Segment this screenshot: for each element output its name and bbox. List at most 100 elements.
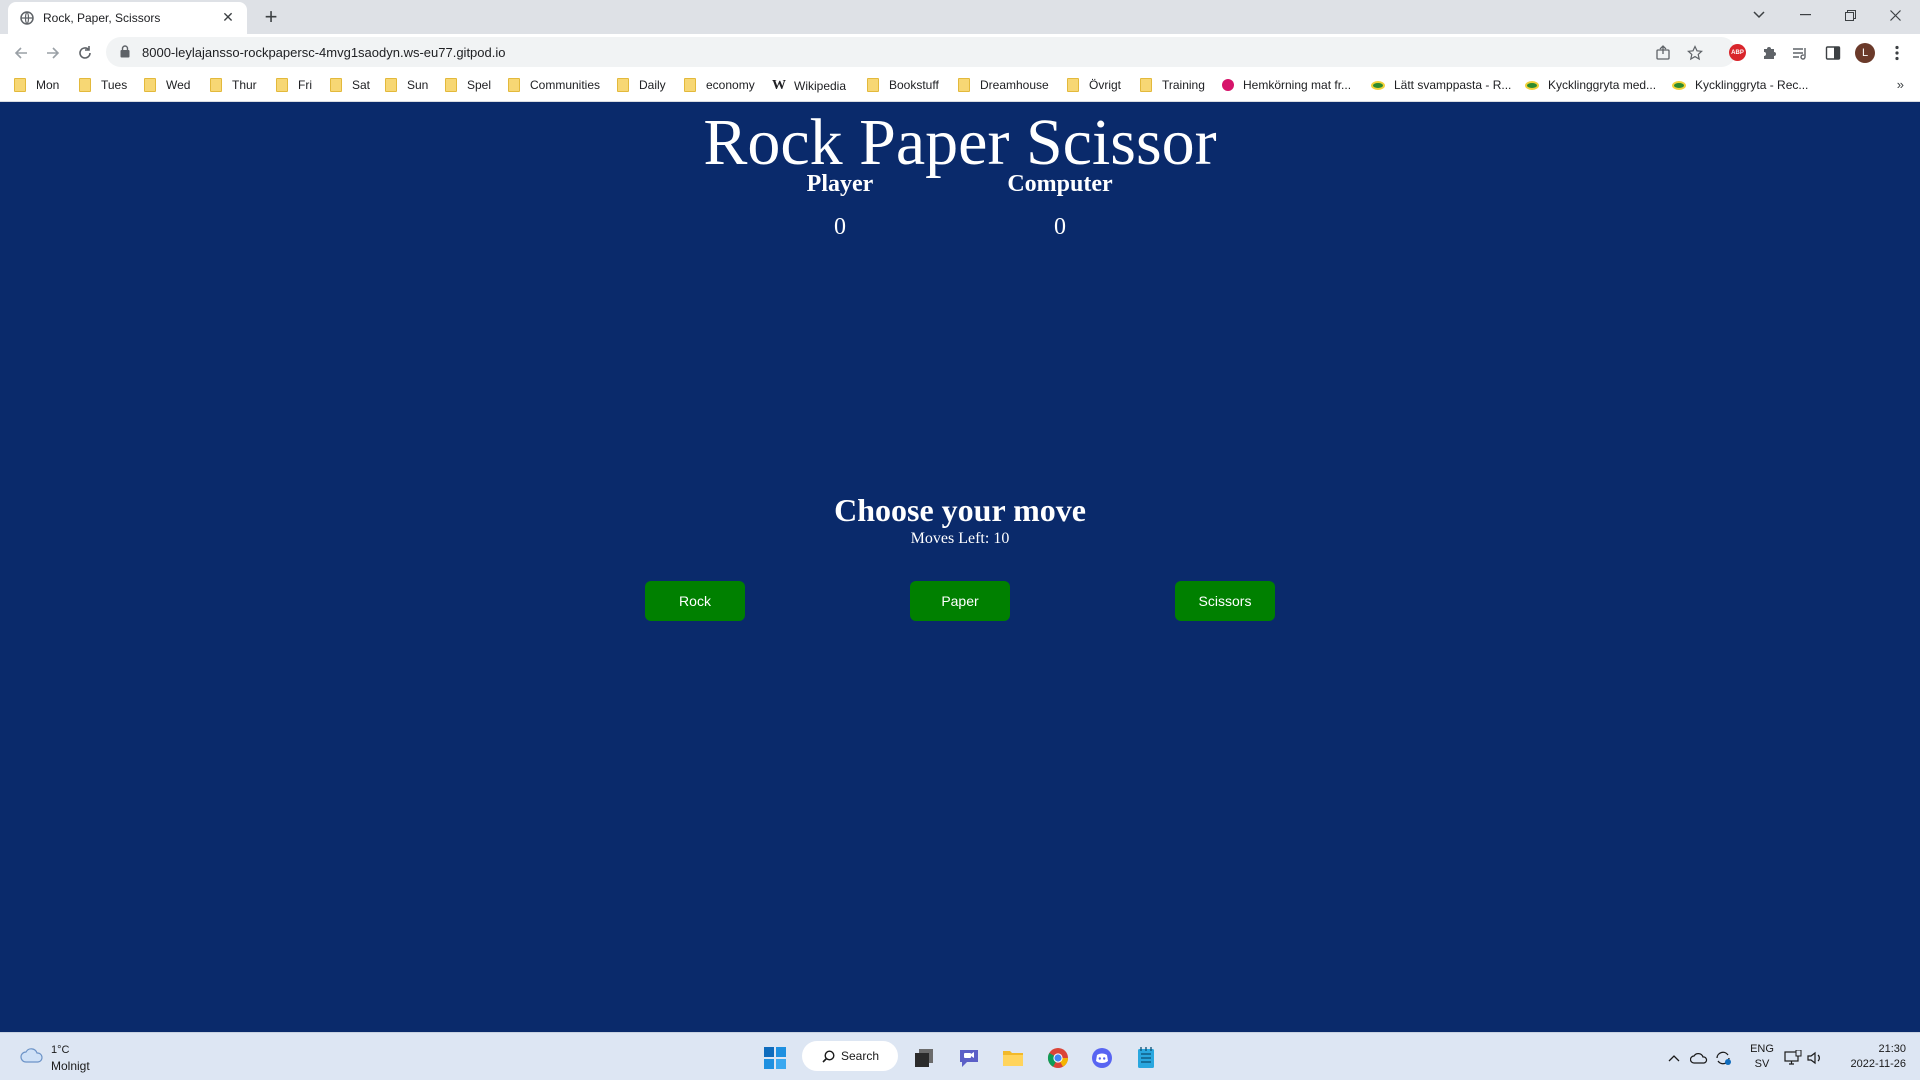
recipe-site-icon bbox=[1371, 80, 1385, 90]
paper-button[interactable]: Paper bbox=[910, 581, 1010, 621]
minimize-button[interactable] bbox=[1783, 0, 1827, 30]
windows-start-icon[interactable] bbox=[760, 1043, 790, 1073]
recipe-site-icon bbox=[1672, 80, 1686, 90]
bookmark-label: Spel bbox=[467, 78, 492, 92]
sync-icon[interactable] bbox=[1708, 1043, 1738, 1073]
reading-list-icon[interactable] bbox=[1791, 44, 1809, 62]
bookmark-label: Mon bbox=[36, 78, 60, 92]
bookmark-item[interactable]: Kycklinggryta med... bbox=[1525, 78, 1656, 92]
teams-chat-icon[interactable] bbox=[954, 1043, 984, 1073]
computer-label: Computer bbox=[1007, 171, 1113, 197]
language-indicator[interactable]: ENG SV bbox=[1747, 1042, 1777, 1072]
menu-kebab-icon[interactable] bbox=[1888, 44, 1906, 62]
bookmark-label: Communities bbox=[530, 78, 601, 92]
choose-move-heading: Choose your move bbox=[834, 492, 1086, 528]
bookmark-item[interactable]: Sun bbox=[385, 78, 428, 92]
extensions-puzzle-icon[interactable] bbox=[1760, 44, 1778, 62]
bookmark-label: economy bbox=[706, 78, 755, 92]
volume-icon[interactable] bbox=[1800, 1043, 1830, 1073]
page-title: Rock Paper Scissor bbox=[703, 106, 1217, 179]
bookmark-item[interactable]: Wed bbox=[144, 78, 190, 92]
rock-button[interactable]: Rock bbox=[645, 581, 745, 621]
profile-avatar[interactable]: L bbox=[1855, 43, 1875, 63]
bookmark-label: Wikipedia bbox=[794, 79, 847, 93]
folder-icon bbox=[508, 78, 520, 92]
bookmark-item[interactable]: Hemkörning mat fr... bbox=[1222, 78, 1351, 92]
windows-taskbar: 1°C Molnigt Search ENG SV 21:30 2022-11-… bbox=[0, 1032, 1920, 1080]
task-view-icon[interactable] bbox=[909, 1043, 939, 1073]
bookmark-item[interactable]: Mon bbox=[14, 78, 59, 92]
bookmark-label: Sun bbox=[407, 78, 429, 92]
computer-score: 0 bbox=[1054, 214, 1066, 240]
close-window-button[interactable] bbox=[1873, 0, 1917, 30]
bookmark-label: Dreamhouse bbox=[980, 78, 1049, 92]
url-text[interactable]: 8000-leylajansso-rockpapersc-4mvg1saodyn… bbox=[142, 45, 505, 60]
moves-left-text: Moves Left: 10 bbox=[910, 530, 1010, 547]
tab-title: Rock, Paper, Scissors bbox=[43, 11, 161, 25]
tab-search-chevron-icon[interactable] bbox=[1737, 0, 1781, 30]
bookmark-item[interactable]: Daily bbox=[617, 78, 666, 92]
system-clock[interactable]: 21:30 2022-11-26 bbox=[1836, 1042, 1906, 1072]
taskbar-search[interactable]: Search bbox=[802, 1041, 898, 1071]
reload-icon[interactable] bbox=[72, 40, 98, 66]
forward-icon[interactable] bbox=[40, 40, 66, 66]
game-page: Rock Paper Scissor Player Computer 0 0 C… bbox=[0, 103, 1920, 1032]
folder-icon bbox=[385, 78, 397, 92]
scissors-button[interactable]: Scissors bbox=[1175, 581, 1275, 621]
clock-date: 2022-11-26 bbox=[1850, 1058, 1906, 1070]
language-primary: ENG bbox=[1750, 1043, 1774, 1055]
weather-description[interactable]: Molnigt bbox=[51, 1059, 90, 1073]
language-secondary: SV bbox=[1754, 1058, 1770, 1070]
bookmark-item[interactable]: economy bbox=[684, 78, 755, 92]
player-label: Player bbox=[806, 171, 874, 197]
bookmark-label: Kycklinggryta - Rec... bbox=[1695, 78, 1809, 92]
back-icon[interactable] bbox=[8, 40, 34, 66]
share-icon[interactable] bbox=[1654, 44, 1672, 62]
bookmark-item[interactable]: Training bbox=[1140, 78, 1205, 92]
file-explorer-icon[interactable] bbox=[998, 1043, 1028, 1073]
cloud-weather-icon[interactable] bbox=[20, 1047, 44, 1068]
folder-icon bbox=[276, 78, 288, 92]
adblock-plus-icon[interactable]: ABP bbox=[1729, 44, 1746, 61]
folder-icon bbox=[1140, 78, 1152, 92]
folder-icon bbox=[445, 78, 457, 92]
bookmarks-bar: » Mon Tues Wed Thur Fri Sat Sun Spel Communities… bbox=[0, 70, 1920, 102]
bookmark-label: Daily bbox=[639, 78, 666, 92]
folder-icon bbox=[1067, 78, 1079, 92]
bookmark-item[interactable]: Tues bbox=[79, 78, 127, 92]
bookmark-item[interactable]: Bookstuff bbox=[867, 78, 939, 92]
bookmark-item[interactable]: Kycklinggryta - Rec... bbox=[1672, 78, 1808, 92]
notepad-icon[interactable] bbox=[1131, 1043, 1161, 1073]
side-panel-icon[interactable] bbox=[1824, 44, 1842, 62]
bookmark-item[interactable]: Lätt svamppasta - R... bbox=[1371, 78, 1511, 92]
globe-icon bbox=[20, 11, 34, 25]
bookmark-item[interactable]: Fri bbox=[276, 78, 312, 92]
new-tab-button[interactable]: + bbox=[258, 4, 284, 30]
bookmark-item[interactable]: Communities bbox=[508, 78, 600, 92]
folder-icon bbox=[144, 78, 156, 92]
bookmark-label: Sat bbox=[352, 78, 371, 92]
bookmark-item[interactable]: Dreamhouse bbox=[958, 78, 1049, 92]
weather-temperature[interactable]: 1°C bbox=[51, 1044, 69, 1056]
search-label: Search bbox=[841, 1049, 880, 1063]
browser-tab[interactable]: Rock, Paper, Scissors ✕ bbox=[8, 2, 247, 34]
restore-button[interactable] bbox=[1828, 0, 1872, 30]
folder-icon bbox=[684, 78, 696, 92]
tab-strip: Rock, Paper, Scissors ✕ + bbox=[0, 0, 1920, 34]
bookmark-item[interactable]: Thur bbox=[210, 78, 257, 92]
chrome-icon[interactable] bbox=[1043, 1043, 1073, 1073]
bookmark-item[interactable]: W Wikipedia bbox=[772, 78, 846, 94]
clock-time: 21:30 bbox=[1878, 1043, 1906, 1055]
bookmark-star-icon[interactable] bbox=[1686, 44, 1704, 62]
lock-icon[interactable] bbox=[120, 45, 130, 63]
bookmark-label: Lätt svamppasta - R... bbox=[1394, 78, 1512, 92]
address-bar[interactable]: 8000-leylajansso-rockpapersc-4mvg1saodyn… bbox=[106, 37, 1736, 67]
bookmark-item[interactable]: Sat bbox=[330, 78, 370, 92]
bookmark-item[interactable]: Övrigt bbox=[1067, 78, 1121, 92]
close-tab-icon[interactable]: ✕ bbox=[219, 8, 237, 26]
discord-icon[interactable] bbox=[1087, 1043, 1117, 1073]
bookmark-label: Bookstuff bbox=[889, 78, 939, 92]
search-icon bbox=[822, 1049, 835, 1063]
bookmark-item[interactable]: Spel bbox=[445, 78, 491, 92]
bookmarks-overflow-icon[interactable]: » bbox=[1897, 77, 1904, 92]
